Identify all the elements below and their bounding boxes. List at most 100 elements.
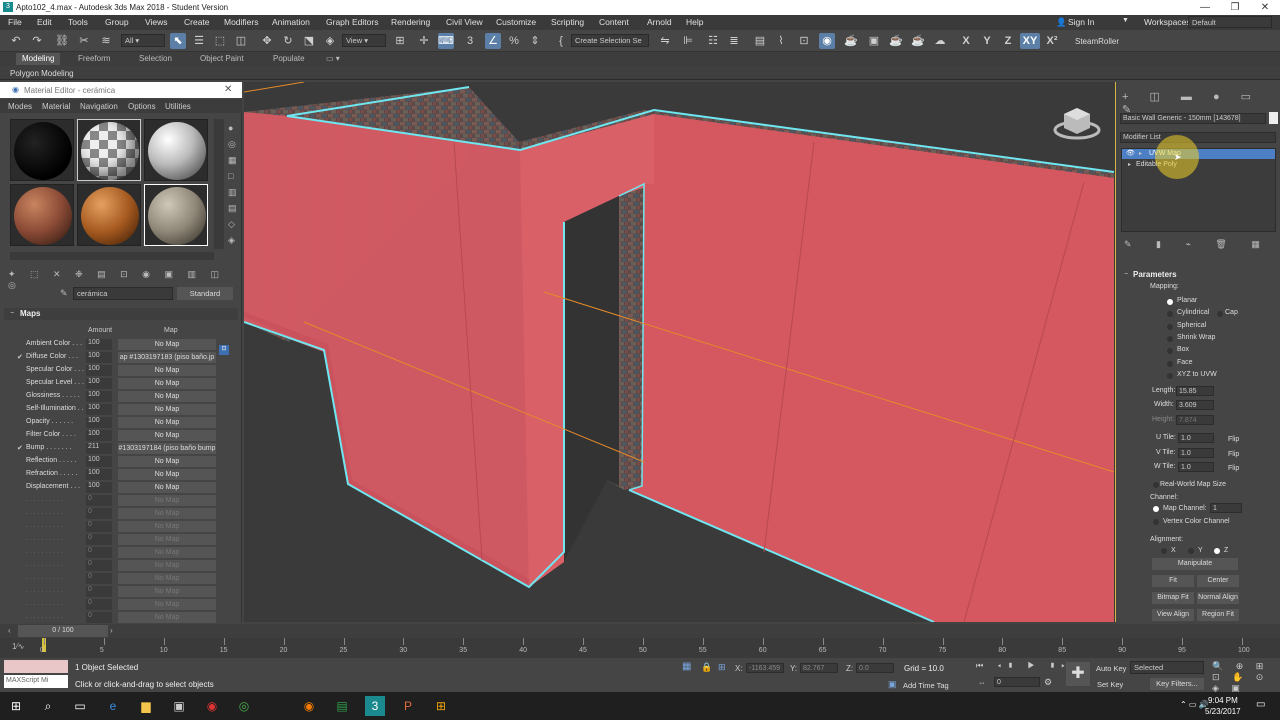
tab-freeform[interactable]: Freeform [78,54,110,63]
rotate-icon[interactable]: ↻ [280,33,296,49]
map-slot-button[interactable]: No Map [118,365,216,376]
map-amount-field[interactable]: 0 [86,521,112,532]
map-slot-button[interactable]: No Map [118,430,216,441]
map-slot-button[interactable]: No Map [118,599,216,610]
rect-selection-icon[interactable]: ⬚ [212,33,228,49]
edit-named-sel-icon[interactable]: { [553,33,569,49]
object-color-swatch[interactable] [1269,112,1278,124]
key-mode-icon[interactable]: ⇔ [978,678,986,687]
redo-icon[interactable]: ↷ [29,33,45,49]
selection-filter-dropdown[interactable]: All ▾ [121,34,165,47]
window-crossing-icon[interactable]: ◫ [233,33,249,49]
move-icon[interactable]: ✥ [259,33,275,49]
me-menu-modes[interactable]: Modes [8,102,32,111]
track-bar[interactable]: 1⁄∿ 0 5 10 15 20 25 30 35 40 45 50 55 60 65 70 75 80 85 90… [0,638,1280,658]
y-coord-field[interactable]: 82.767 [800,663,838,673]
map-amount-field[interactable]: 100 [86,339,112,350]
lock-icon[interactable]: 🔒 [701,662,712,673]
menu-graph-editors[interactable]: Graph Editors [326,17,378,27]
schematic-view-icon[interactable]: ⊡ [796,33,812,49]
key-selection-dropdown[interactable]: Selected [1130,661,1204,674]
map-slot-button[interactable]: No Map [118,482,216,493]
wtile-field[interactable]: 1.0 [1178,462,1214,472]
material-slot-4[interactable] [10,184,74,246]
wflip-label[interactable]: Flip [1228,465,1239,472]
maxscript-listener[interactable] [4,660,68,673]
rendered-frame-icon[interactable]: ▣ [866,33,882,49]
align-y-radio[interactable] [1188,548,1194,554]
firefox-icon[interactable]: ◉ [299,696,319,716]
menu-modifiers[interactable]: Modifiers [224,17,258,27]
map-amount-field[interactable]: 100 [86,469,112,480]
fit-button[interactable]: Fit [1152,575,1194,587]
map-slot-button[interactable]: No Map [118,534,216,545]
map-amount-field[interactable]: 0 [86,599,112,610]
menu-help[interactable]: Help [686,17,703,27]
material-slot-2[interactable] [77,119,141,181]
map-channel-radio[interactable] [1153,506,1159,512]
mapping-radio[interactable] [1167,323,1173,330]
tab-object-paint[interactable]: Object Paint [200,54,244,63]
map-slot-button[interactable]: No Map [118,560,216,571]
render-iterative-icon[interactable]: ☕ [910,33,926,49]
align-z-radio[interactable] [1214,548,1220,554]
search-icon[interactable]: ⌕ [38,696,58,716]
axis-y-button[interactable]: Y [979,33,995,49]
map-amount-field[interactable]: 100 [86,391,112,402]
task-view-icon[interactable]: ▭ [70,696,90,716]
map-amount-field[interactable]: 0 [86,560,112,571]
mapping-radio[interactable] [1167,335,1173,342]
scale-icon[interactable]: ⬔ [301,33,317,49]
mapping-radio[interactable] [1167,299,1173,305]
render-cloud-icon[interactable]: ☁ [932,33,948,49]
vertex-color-radio[interactable] [1153,519,1159,525]
placement-icon[interactable]: ◈ [322,33,338,49]
map-slot-button[interactable]: ap #1303197183 (piso baño.jp [118,352,216,363]
axis-xy-button[interactable]: XY [1020,33,1040,49]
minimize-button[interactable]: — [1190,0,1220,15]
map-slot-button[interactable]: No Map [118,391,216,402]
x-coord-field[interactable]: -1163.459 [746,663,784,673]
map-amount-field[interactable]: 0 [86,534,112,545]
app-icon-green[interactable]: ▤ [332,696,352,716]
map-amount-field[interactable]: 100 [86,352,112,363]
map-enabled-check[interactable]: ✔ [17,444,23,452]
map-slot-button[interactable]: No Map [118,508,216,519]
bind-spacewarp-icon[interactable]: ≋ [98,33,114,49]
slot-side-tools[interactable]: ● ◎ ▦ □ ▥ ▤ ◇ ◈ [228,120,240,248]
me-menu-options[interactable]: Options [128,102,156,111]
percent-snap-icon[interactable]: % [506,33,522,49]
sign-in-button[interactable]: Sign In [1068,17,1094,27]
current-frame-field[interactable]: 0 [994,677,1040,687]
keyboard-shortcut-icon[interactable]: ⌨ [438,33,454,49]
media-icon[interactable]: ◉ [202,696,222,716]
render-production-icon[interactable]: ☕ [888,33,904,49]
map-amount-field[interactable]: 0 [86,612,112,623]
map-enabled-check[interactable]: ✔ [17,353,23,361]
me-menu-utilities[interactable]: Utilities [165,102,191,111]
map-slot-button[interactable]: No Map [118,586,216,597]
vtile-field[interactable]: 1.0 [1178,448,1214,458]
notification-icon[interactable]: ▭ [1256,699,1265,710]
expand-icon[interactable]: ▸ [1128,161,1131,168]
manipulate-button[interactable]: Manipulate [1152,558,1238,570]
menu-arnold[interactable]: Arnold [647,17,672,27]
undo-icon[interactable]: ↶ [8,33,24,49]
ribbon-toggle-icon[interactable]: ▤ [752,33,768,49]
width-field[interactable]: 3.609 [1176,400,1214,410]
menu-rendering[interactable]: Rendering [391,17,430,27]
axis-x-button[interactable]: X [958,33,974,49]
map-slot-button[interactable]: No Map [118,612,216,623]
height-field[interactable]: 7.874 [1176,415,1214,425]
windows-start-icon[interactable]: ⊞ [6,696,26,716]
eyedropper-icon[interactable]: ✎ [60,288,68,299]
material-editor-icon[interactable]: ◉ [819,33,835,49]
map-slot-button[interactable]: No Map [118,547,216,558]
map-amount-field[interactable]: 100 [86,430,112,441]
tab-populate[interactable]: Populate [273,54,305,63]
slider-next-icon[interactable]: › [110,626,113,635]
file-explorer-icon[interactable]: ▆ [136,696,156,716]
map-slot-button[interactable]: No Map [118,404,216,415]
map-slot-button[interactable]: No Map [118,521,216,532]
auto-key-button[interactable]: Auto Key [1096,664,1126,673]
